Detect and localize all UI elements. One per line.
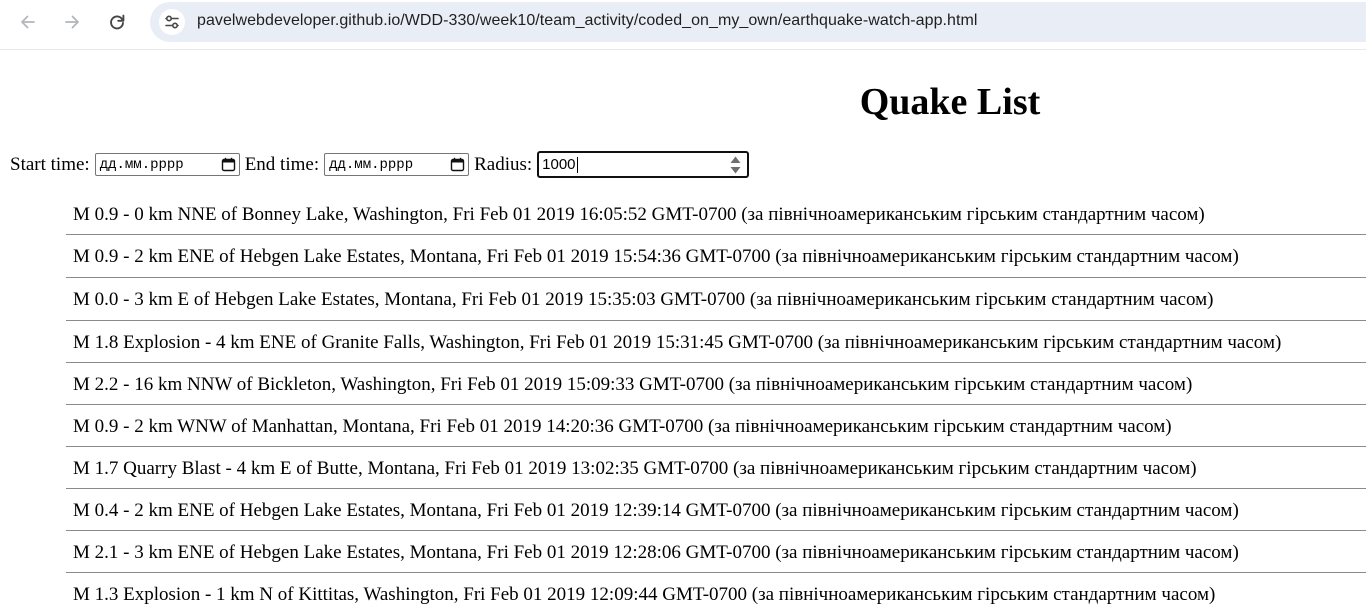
arrow-right-icon [65, 15, 79, 29]
quake-list-item[interactable]: M 1.3 Explosion - 1 km N of Kittitas, Wa… [66, 573, 1366, 610]
reload-button[interactable] [102, 7, 132, 37]
page-title-wrapper: Quake List [0, 78, 1366, 126]
start-time-value: дд.мм.рррр [99, 156, 184, 173]
url-text[interactable]: pavelwebdeveloper.github.io/WDD-330/week… [197, 12, 977, 30]
quake-list: M 0.9 - 0 km NNE of Bonney Lake, Washing… [66, 193, 1366, 610]
arrow-left-icon [21, 15, 35, 29]
filter-controls: Start time: дд.мм.рррр End time: дд.мм.р… [10, 151, 750, 178]
spinner-arrows-icon[interactable] [729, 154, 742, 176]
tune-icon[interactable] [159, 9, 185, 35]
radius-value: 1000 [542, 156, 576, 173]
text-caret [576, 156, 578, 173]
quake-list-item[interactable]: M 0.9 - 2 km WNW of Manhattan, Montana, … [66, 405, 1366, 447]
reload-icon [110, 14, 125, 30]
start-time-label: Start time: [10, 153, 90, 175]
forward-button[interactable] [57, 7, 87, 37]
quake-list-item[interactable]: M 0.9 - 2 km ENE of Hebgen Lake Estates,… [66, 235, 1366, 278]
calendar-icon[interactable] [221, 157, 236, 172]
quake-list-item[interactable]: M 1.8 Explosion - 4 km ENE of Granite Fa… [66, 321, 1366, 363]
radius-label: Radius: [474, 153, 533, 175]
quake-list-item[interactable]: M 0.4 - 2 km ENE of Hebgen Lake Estates,… [66, 489, 1366, 531]
quake-list-item[interactable]: M 2.2 - 16 km NNW of Bickleton, Washingt… [66, 363, 1366, 405]
quake-list-item[interactable]: M 2.1 - 3 km ENE of Hebgen Lake Estates,… [66, 531, 1366, 573]
end-time-label: End time: [244, 153, 320, 175]
radius-input[interactable]: 1000 [537, 151, 750, 178]
address-bar[interactable]: pavelwebdeveloper.github.io/WDD-330/week… [150, 2, 1366, 42]
end-time-input[interactable]: дд.мм.рррр [324, 153, 470, 176]
quake-list-item[interactable]: M 0.0 - 3 km E of Hebgen Lake Estates, M… [66, 278, 1366, 321]
back-button[interactable] [13, 7, 43, 37]
quake-list-item[interactable]: M 1.7 Quarry Blast - 4 km E of Butte, Mo… [66, 447, 1366, 489]
quake-list-item[interactable]: M 0.9 - 0 km NNE of Bonney Lake, Washing… [66, 193, 1366, 235]
page-title: Quake List [859, 81, 1041, 123]
calendar-icon[interactable] [450, 157, 465, 172]
browser-toolbar: pavelwebdeveloper.github.io/WDD-330/week… [0, 0, 1366, 50]
end-time-value: дд.мм.рррр [329, 156, 414, 173]
start-time-input[interactable]: дд.мм.рррр [94, 153, 240, 176]
